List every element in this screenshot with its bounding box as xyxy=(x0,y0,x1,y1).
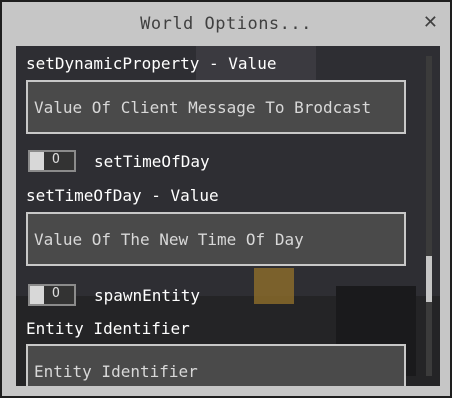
toggle-knob xyxy=(30,286,44,304)
field-label-dynamic-property: setDynamicProperty - Value xyxy=(26,54,277,73)
toggle-knob xyxy=(30,152,44,170)
set-time-of-day-toggle[interactable]: O xyxy=(28,150,76,172)
set-time-of-day-toggle-label: setTimeOfDay xyxy=(94,152,210,171)
scrollbar-track[interactable] xyxy=(426,56,432,376)
field-label-time-of-day: setTimeOfDay - Value xyxy=(26,186,219,205)
time-of-day-value-text: Value Of The New Time Of Day xyxy=(34,230,304,249)
world-options-dialog: World Options... ✕ setDynamicProperty - … xyxy=(0,0,452,398)
dialog-title: World Options... xyxy=(140,14,312,34)
dynamic-property-value-input[interactable]: Value Of Client Message To Brodcast xyxy=(26,80,406,134)
toggle-state-text: O xyxy=(52,286,60,301)
dynamic-property-value-text: Value Of Client Message To Brodcast xyxy=(34,98,372,117)
title-bar: World Options... ✕ xyxy=(2,2,450,42)
backdrop-torch-glow xyxy=(254,268,294,304)
toggle-state-text: O xyxy=(52,152,60,167)
entity-identifier-input[interactable]: Entity Identifier xyxy=(26,344,406,386)
spawn-entity-toggle-label: spawnEntity xyxy=(94,286,200,305)
entity-identifier-text: Entity Identifier xyxy=(34,362,198,381)
time-of-day-value-input[interactable]: Value Of The New Time Of Day xyxy=(26,212,406,266)
close-icon[interactable]: ✕ xyxy=(423,12,438,33)
spawn-entity-toggle[interactable]: O xyxy=(28,284,76,306)
field-label-entity-identifier: Entity Identifier xyxy=(26,319,190,338)
options-panel: setDynamicProperty - Value Value Of Clie… xyxy=(16,46,440,386)
scrollbar-thumb[interactable] xyxy=(426,256,432,302)
